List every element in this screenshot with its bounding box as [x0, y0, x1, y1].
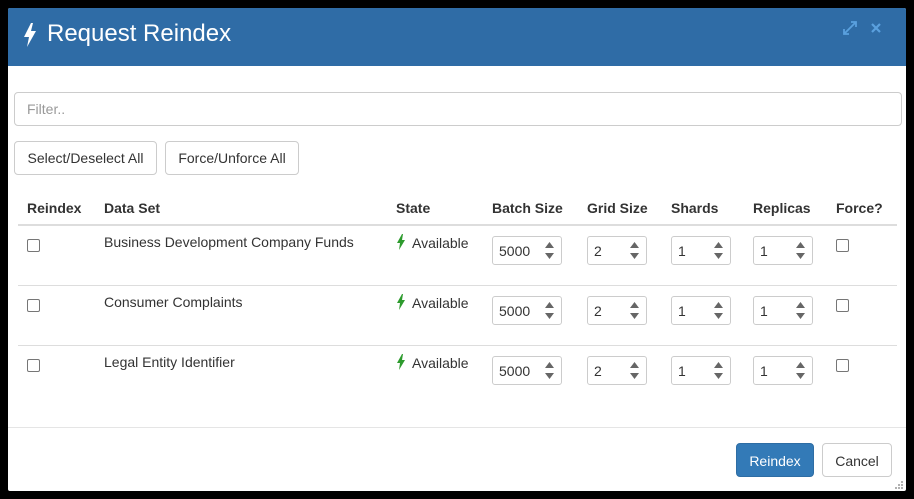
grid-size-stepper[interactable]: 2: [587, 236, 647, 265]
force-checkbox[interactable]: [836, 239, 849, 252]
col-header-shards: Shards: [662, 192, 744, 226]
spinner-arrows-icon[interactable]: [545, 361, 554, 379]
replicas-value: 1: [760, 243, 768, 259]
force-checkbox[interactable]: [836, 298, 849, 312]
expand-icon[interactable]: [842, 20, 858, 36]
force-unforce-all-button[interactable]: Force/Unforce All: [165, 141, 299, 175]
shards-value: 1: [678, 243, 686, 259]
state-label: Available: [412, 294, 469, 311]
spinner-arrows-icon[interactable]: [630, 242, 639, 259]
close-icon[interactable]: [868, 20, 884, 36]
table-row: Business Development Company Funds Avail…: [18, 225, 897, 285]
state-label: Available: [412, 235, 469, 251]
select-deselect-all-button[interactable]: Select/Deselect All: [14, 141, 157, 175]
force-checkbox[interactable]: [836, 358, 849, 372]
table-row: Consumer Complaints Available 5000 2 1 1: [18, 284, 897, 345]
reindex-button[interactable]: Reindex: [736, 443, 814, 477]
data-set-name: Business Development Company Funds: [104, 234, 354, 250]
grid-size-value: 2: [594, 243, 602, 259]
modal-header: Request Reindex: [8, 8, 906, 66]
spinner-arrows-icon[interactable]: [714, 361, 723, 379]
table-header-row: Reindex Data Set State Batch Size Grid S…: [18, 192, 897, 226]
spinner-arrows-icon[interactable]: [714, 301, 723, 319]
spinner-arrows-icon[interactable]: [545, 301, 554, 319]
bolt-icon: [397, 293, 405, 310]
batch-size-stepper[interactable]: 5000: [492, 236, 562, 265]
grid-size-value: 2: [594, 302, 602, 319]
modal-title: Request Reindex: [47, 20, 232, 47]
col-header-force: Force?: [827, 192, 897, 226]
shards-stepper[interactable]: 1: [671, 355, 731, 385]
col-header-batch-size: Batch Size: [483, 192, 578, 226]
grid-size-value: 2: [594, 362, 602, 379]
cancel-button[interactable]: Cancel: [822, 443, 892, 477]
batch-size-value: 5000: [499, 362, 531, 379]
spinner-arrows-icon[interactable]: [630, 301, 639, 319]
footer-divider: [8, 427, 906, 428]
state-label: Available: [412, 354, 469, 371]
spinner-arrows-icon[interactable]: [714, 242, 723, 259]
data-set-name: Legal Entity Identifier: [95, 344, 387, 405]
table-row: Legal Entity Identifier Available 5000 2…: [18, 344, 897, 405]
replicas-stepper[interactable]: 1: [753, 295, 813, 325]
replicas-stepper[interactable]: 1: [753, 355, 813, 385]
replicas-value: 1: [760, 362, 768, 379]
shards-stepper[interactable]: 1: [671, 236, 731, 265]
request-reindex-modal: Request Reindex Select/Deselect All Forc…: [8, 8, 906, 491]
col-header-grid-size: Grid Size: [578, 192, 662, 226]
grid-size-stepper[interactable]: 2: [587, 355, 647, 385]
spinner-arrows-icon[interactable]: [796, 242, 805, 259]
col-header-data-set: Data Set: [95, 192, 387, 226]
spinner-arrows-icon[interactable]: [796, 361, 805, 379]
col-header-replicas: Replicas: [744, 192, 827, 226]
bolt-icon: [24, 23, 36, 47]
batch-size-value: 5000: [499, 302, 531, 319]
replicas-stepper[interactable]: 1: [753, 236, 813, 265]
col-header-state: State: [387, 192, 483, 226]
shards-value: 1: [678, 302, 686, 319]
grid-size-stepper[interactable]: 2: [587, 295, 647, 325]
replicas-value: 1: [760, 302, 768, 319]
reindex-checkbox[interactable]: [27, 358, 40, 372]
bolt-icon: [397, 353, 405, 370]
bolt-icon: [397, 234, 405, 250]
data-set-name: Consumer Complaints: [95, 284, 387, 345]
reindex-checkbox[interactable]: [27, 239, 40, 252]
batch-size-stepper[interactable]: 5000: [492, 355, 562, 385]
batch-size-stepper[interactable]: 5000: [492, 295, 562, 325]
resize-grip-icon[interactable]: [894, 480, 904, 490]
batch-size-value: 5000: [499, 243, 531, 259]
reindex-table: Reindex Data Set State Batch Size Grid S…: [18, 192, 897, 405]
filter-input[interactable]: [14, 92, 902, 126]
reindex-checkbox[interactable]: [27, 298, 40, 312]
shards-stepper[interactable]: 1: [671, 295, 731, 325]
shards-value: 1: [678, 362, 686, 379]
spinner-arrows-icon[interactable]: [545, 242, 554, 259]
spinner-arrows-icon[interactable]: [630, 361, 639, 379]
col-header-reindex: Reindex: [18, 192, 95, 226]
spinner-arrows-icon[interactable]: [796, 301, 805, 319]
